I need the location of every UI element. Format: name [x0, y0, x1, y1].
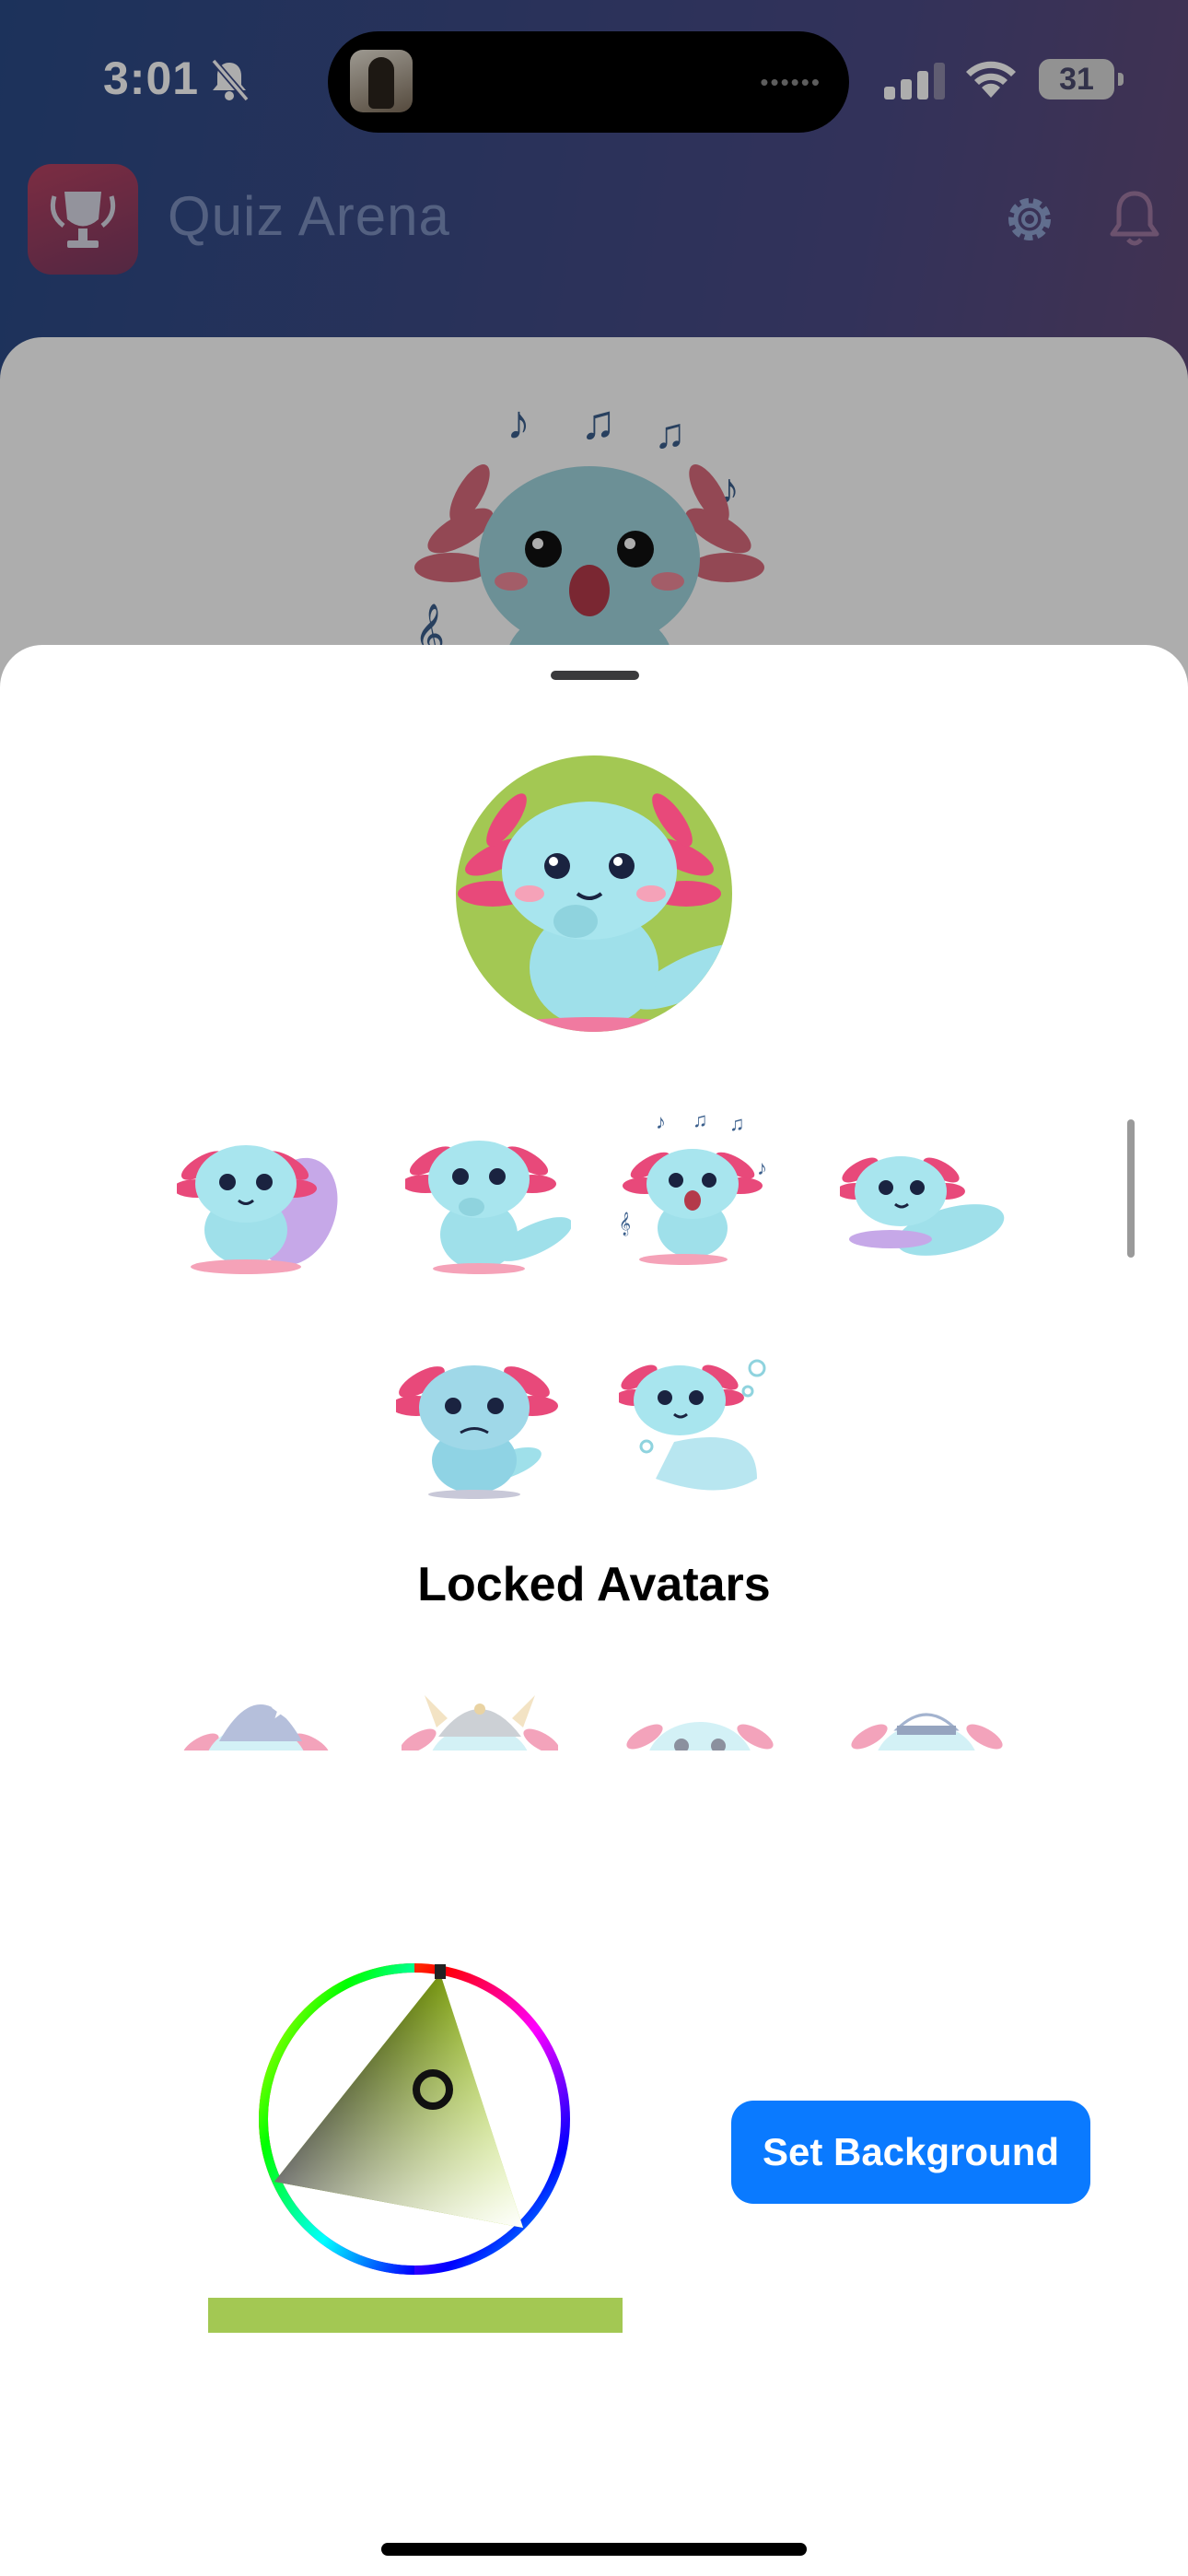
avatar-picker-sheet: ♪ ♫ ♫ ♪ 𝄞 Locked Avatars ★ Set Backgroun… — [0, 645, 1188, 2576]
home-indicator[interactable] — [381, 2543, 807, 2556]
avatar-option-thinking[interactable] — [405, 1119, 571, 1276]
color-picker-wheel[interactable] — [256, 1961, 573, 2277]
locked-avatar-wizard[interactable]: ★ — [182, 1672, 339, 1751]
locked-avatar-sailor[interactable] — [851, 1672, 1007, 1751]
avatar-option-waving[interactable] — [177, 1119, 343, 1276]
svg-text:★: ★ — [270, 1696, 291, 1724]
locked-avatars-title: Locked Avatars — [417, 1558, 771, 1611]
svg-text:♫: ♫ — [729, 1112, 745, 1135]
locked-avatar-plain[interactable] — [626, 1672, 783, 1751]
avatar-option-grumpy[interactable] — [396, 1345, 562, 1502]
avatar-option-singing[interactable]: ♪ ♫ ♫ ♪ 𝄞 — [619, 1110, 785, 1267]
avatar-option-swimming[interactable] — [619, 1341, 785, 1497]
svg-text:♫: ♫ — [693, 1110, 708, 1131]
svg-text:𝄞: 𝄞 — [619, 1212, 631, 1235]
scroll-indicator[interactable] — [1127, 1119, 1135, 1258]
svg-text:♪: ♪ — [757, 1156, 767, 1179]
locked-avatar-row: ★ — [0, 1672, 1188, 1751]
avatar-option-lying[interactable] — [840, 1119, 1006, 1276]
set-background-button[interactable]: Set Background — [731, 2101, 1090, 2204]
svg-text:♪: ♪ — [656, 1110, 666, 1133]
locked-avatar-viking[interactable] — [402, 1672, 558, 1751]
selected-color-swatch — [208, 2298, 623, 2333]
